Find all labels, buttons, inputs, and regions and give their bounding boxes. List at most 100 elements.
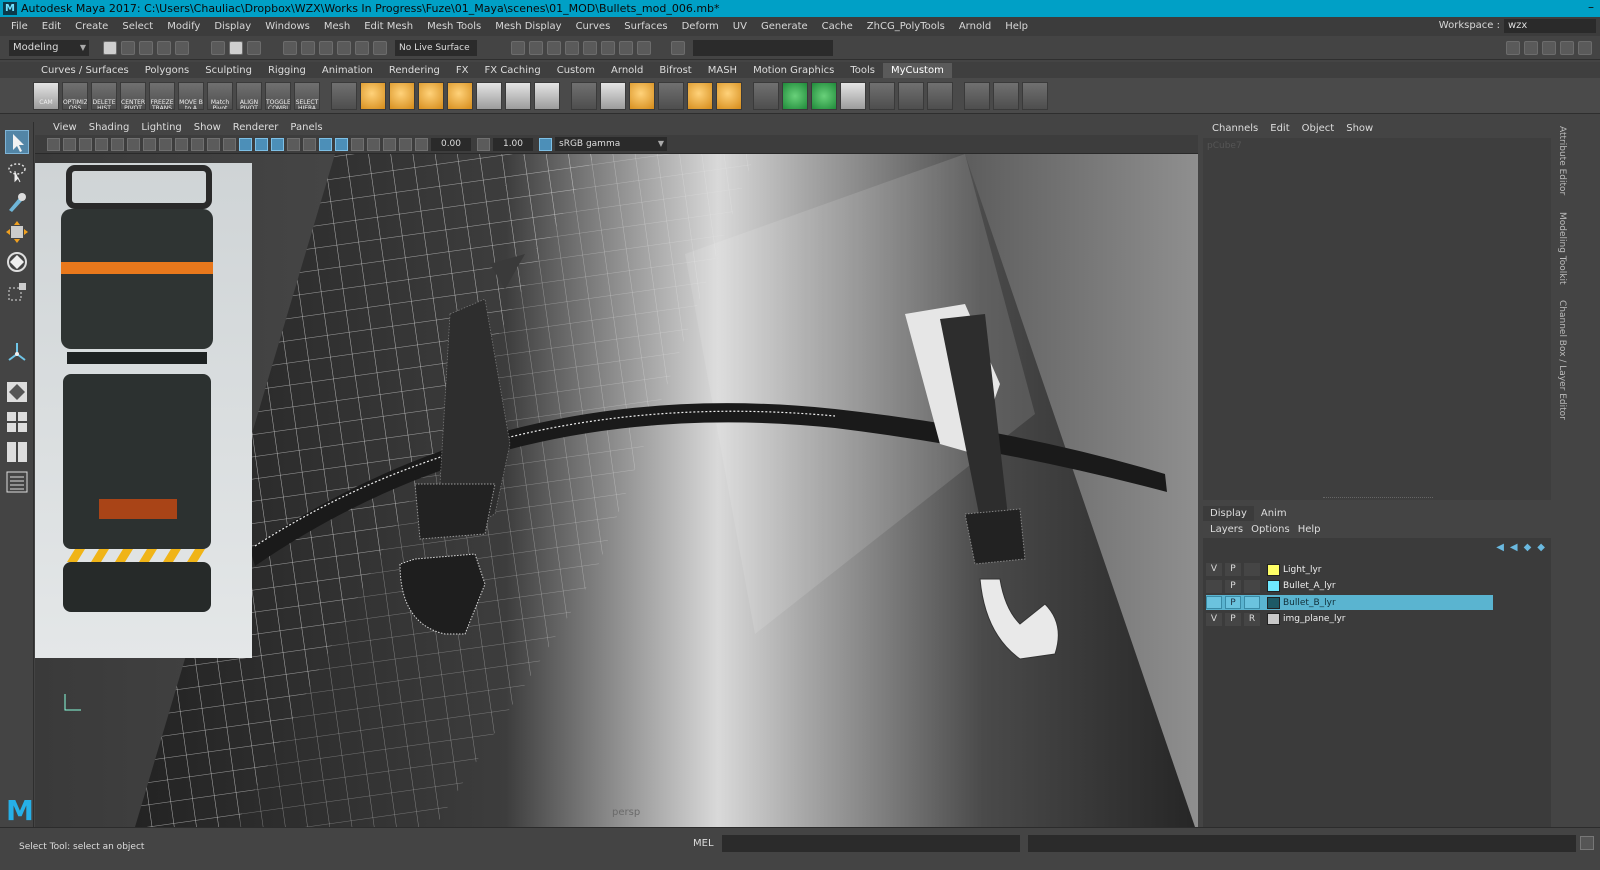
two-d-pan-zoom-icon[interactable]	[95, 137, 108, 151]
single-perspective-layout-icon[interactable]	[5, 380, 29, 404]
input-line-icon[interactable]	[671, 40, 685, 55]
shelf-tab-custom[interactable]: Custom	[549, 63, 603, 78]
layer-row[interactable]: P Bullet_B_lyr	[1206, 595, 1493, 610]
tab-channel-box-layer-editor[interactable]: Channel Box / Layer Editor	[1554, 300, 1567, 420]
menu-help[interactable]: Help	[998, 21, 1035, 32]
image-plane-icon[interactable]	[79, 137, 92, 151]
tab-anim[interactable]: Anim	[1254, 506, 1294, 521]
shelf-tab-motion-graphics[interactable]: Motion Graphics	[745, 63, 842, 78]
xray-icon[interactable]	[399, 137, 412, 151]
safe-action-icon[interactable]	[207, 137, 220, 151]
shelf-button-11-icon[interactable]	[360, 81, 386, 110]
new-layer-icon[interactable]: ◆	[1524, 542, 1532, 553]
channel-box[interactable]: pCube7	[1203, 138, 1551, 500]
grid-toggle-icon[interactable]	[127, 137, 140, 151]
menu-deform[interactable]: Deform	[675, 21, 726, 32]
save-scene-icon[interactable]	[139, 40, 153, 55]
use-all-lights-icon[interactable]	[303, 137, 316, 151]
panel-splitter[interactable]	[1323, 497, 1433, 499]
shelf-button-cam-icon[interactable]: CAM	[33, 81, 59, 110]
shelf-button-10-icon[interactable]	[331, 81, 357, 110]
shelf-button-23-icon[interactable]	[716, 81, 742, 110]
color-management-icon[interactable]	[539, 137, 552, 151]
menu-create[interactable]: Create	[68, 21, 115, 32]
menu-mesh[interactable]: Mesh	[317, 21, 357, 32]
ambient-occlusion-icon[interactable]	[335, 137, 348, 151]
pause-viewport-icon[interactable]	[637, 40, 651, 55]
anti-aliasing-icon[interactable]	[367, 137, 380, 151]
layer-row[interactable]: V P Rimg_plane_lyr	[1206, 612, 1493, 627]
shelf-tab-bifrost[interactable]: Bifrost	[651, 63, 699, 78]
new-scene-icon[interactable]	[103, 40, 117, 55]
shelf-tab-tools[interactable]: Tools	[842, 63, 883, 78]
shelf-button-24-icon[interactable]	[753, 81, 779, 110]
channel-menu-show[interactable]: Show	[1340, 123, 1379, 134]
redo-icon[interactable]	[175, 40, 189, 55]
exposure-field[interactable]: 0.00	[431, 137, 471, 151]
layer-reference-toggle[interactable]	[1244, 563, 1260, 576]
tab-display[interactable]: Display	[1203, 506, 1254, 521]
shelf-button-center-pivot-icon[interactable]: CENTER PIVOT	[120, 81, 146, 110]
shelf-tab-sculpting[interactable]: Sculpting	[197, 63, 260, 78]
shelf-button-12-icon[interactable]	[389, 81, 415, 110]
minimize-button[interactable]: –	[1588, 0, 1594, 14]
shelf-tab-rigging[interactable]: Rigging	[260, 63, 314, 78]
script-language-toggle[interactable]: MEL	[693, 838, 714, 849]
shelf-button-19-icon[interactable]	[600, 81, 626, 110]
attribute-editor-icon[interactable]	[1524, 40, 1538, 55]
shelf-button-align-pivot-icon[interactable]: ALIGN PIVOT	[236, 81, 262, 110]
isolate-select-icon[interactable]	[383, 137, 396, 151]
quick-command-field[interactable]	[693, 39, 833, 56]
grease-pencil-icon[interactable]	[111, 137, 124, 151]
four-view-layout-icon[interactable]	[5, 410, 29, 434]
snap-grid-icon[interactable]	[283, 40, 297, 55]
channel-menu-channels[interactable]: Channels	[1206, 123, 1264, 134]
shelf-button-31-icon[interactable]	[964, 81, 990, 110]
select-component-icon[interactable]	[247, 40, 261, 55]
camera-bookmark-icon[interactable]	[63, 137, 76, 151]
render-view-icon[interactable]	[511, 40, 525, 55]
menu-curves[interactable]: Curves	[569, 21, 618, 32]
shelf-button-delete-hist-icon[interactable]: DELETE HIST	[91, 81, 117, 110]
channel-box-icon[interactable]	[1560, 40, 1574, 55]
menu-windows[interactable]: Windows	[258, 21, 317, 32]
shelf-tab-fx-caching[interactable]: FX Caching	[477, 63, 549, 78]
menu-help[interactable]: Help	[1294, 524, 1325, 535]
shelf-button-optimiz-oss-icon[interactable]: OPTIMIZ OSS	[62, 81, 88, 110]
perspective-viewport[interactable]: persp	[35, 154, 1198, 827]
shelf-tab-fx[interactable]: FX	[448, 63, 477, 78]
menu-generate[interactable]: Generate	[754, 21, 815, 32]
menu-file[interactable]: File	[4, 21, 35, 32]
panel-menu-panels[interactable]: Panels	[284, 122, 328, 133]
paint-select-tool-icon[interactable]	[5, 190, 29, 214]
shelf-tab-rendering[interactable]: Rendering	[381, 63, 448, 78]
select-hierarchy-icon[interactable]	[211, 40, 225, 55]
menu-mesh-display[interactable]: Mesh Display	[488, 21, 568, 32]
shelf-tab-curves-surfaces[interactable]: Curves / Surfaces	[33, 63, 137, 78]
shelf-button-18-icon[interactable]	[571, 81, 597, 110]
menu-edit[interactable]: Edit	[35, 21, 68, 32]
shelf-button-33-icon[interactable]	[1022, 81, 1048, 110]
menu-layers[interactable]: Layers	[1206, 524, 1247, 535]
motion-blur-icon[interactable]	[351, 137, 364, 151]
shelf-button-29-icon[interactable]	[898, 81, 924, 110]
shelf-button-14-icon[interactable]	[447, 81, 473, 110]
shelf-button-22-icon[interactable]	[687, 81, 713, 110]
new-layer-selected-icon[interactable]: ◆	[1537, 542, 1545, 553]
ipr-render-icon[interactable]	[547, 40, 561, 55]
gamma-icon[interactable]	[477, 137, 490, 151]
move-tool-icon[interactable]	[5, 220, 29, 244]
menu-mesh-tools[interactable]: Mesh Tools	[420, 21, 488, 32]
exposure-icon[interactable]	[415, 137, 428, 151]
outliner-icon[interactable]	[1578, 40, 1592, 55]
snap-point-icon[interactable]	[319, 40, 333, 55]
layer-playback-toggle[interactable]: P	[1225, 579, 1241, 593]
layer-playback-toggle[interactable]: P	[1225, 563, 1241, 576]
menu-display[interactable]: Display	[207, 21, 258, 32]
layer-playback-toggle[interactable]: P	[1225, 596, 1241, 609]
layer-color-swatch[interactable]	[1267, 580, 1280, 592]
menu-modify[interactable]: Modify	[160, 21, 207, 32]
tab-modeling-toolkit[interactable]: Modeling Toolkit	[1554, 212, 1567, 285]
shadows-icon[interactable]	[319, 137, 332, 151]
shelf-button-16-icon[interactable]	[505, 81, 531, 110]
